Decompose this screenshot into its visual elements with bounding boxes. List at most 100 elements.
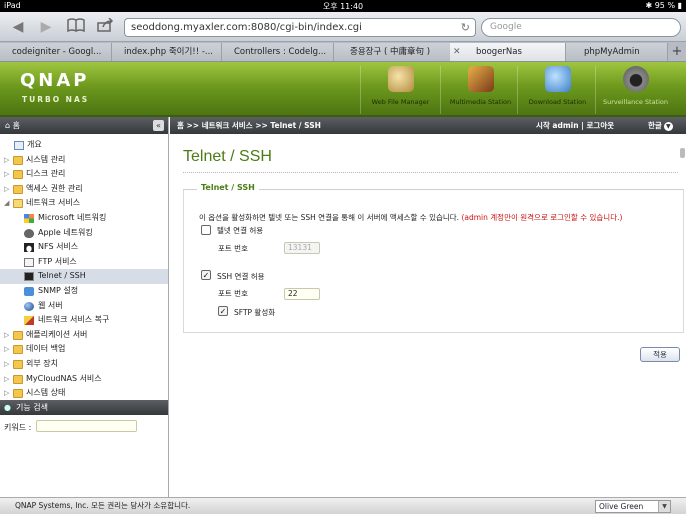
address-bar[interactable]: seoddong.myaxler.com:8080/cgi-bin/index.… [124,18,476,37]
ssh-port-input[interactable]: 22 [284,288,320,300]
tab-label: boogerNas [476,47,522,57]
expand-arrow-icon[interactable]: ▷ [4,328,12,343]
tree-item-network-recovery[interactable]: 네트워크 서비스 복구 [0,313,168,328]
tree-item-web-server[interactable]: 웹 서버 [0,299,168,314]
tree-item-access-rights[interactable]: ▷ 액세스 권한 관리 [0,182,168,197]
telnet-checkbox[interactable] [201,225,211,235]
tab-label: phpMyAdmin [584,47,640,57]
tree-item-label: 웹 서버 [38,300,63,310]
tab-label: index.php 죽이기!! -... [124,47,213,57]
browser-tab[interactable]: phpMyAdmin [566,43,668,61]
expand-arrow-icon[interactable]: ▷ [4,372,12,387]
surveillance-station-button[interactable]: Surveillance Station [595,66,675,114]
tree-item-network-services[interactable]: ◢ 네트워크 서비스 [0,196,168,211]
tree-item-label: SNMP 설정 [38,286,79,295]
url-text: seoddong.myaxler.com:8080/cgi-bin/index.… [131,22,362,33]
ssh-label: SSH 연결 허용 [217,272,265,281]
tree-item-label: 개요 [27,140,42,149]
back-icon[interactable]: ◀ [8,18,28,36]
function-search-header: ● 기능 검색 [0,400,168,415]
download-station-button[interactable]: Download Station [517,66,597,114]
multimedia-station-button[interactable]: Multimedia Station [440,66,520,114]
tree-item-label: Microsoft 네트워킹 [38,213,107,222]
web-file-manager-button[interactable]: Web File Manager [360,66,440,114]
expand-arrow-icon[interactable]: ▷ [4,357,12,372]
tree-item-nfs-service[interactable]: NFS 서비스 [0,240,168,255]
qnap-header: QNAP TURBO NAS Web File Manager Multimed… [0,62,686,117]
overview-icon [14,141,24,150]
folder-icon [13,360,23,369]
telnet-port-input[interactable]: 13131 [284,242,320,254]
browser-tab[interactable]: index.php 죽이기!! -... [112,43,222,61]
ssh-checkbox[interactable]: ✓ [201,270,211,280]
chevron-down-icon: ▼ [658,501,670,512]
tree-item-system-status[interactable]: ▷ 시스템 상태 [0,386,168,398]
globe-icon [24,301,34,311]
share-icon[interactable] [96,17,116,36]
tree-item-ftp-service[interactable]: FTP 서비스 [0,255,168,270]
collapse-panel-button[interactable]: « [153,120,164,131]
terminal-icon [24,272,34,282]
ftp-icon [24,257,34,267]
tree-item-label: 데이터 백업 [26,344,66,354]
tree-item-application-server[interactable]: ▷ 애플리케이션 서버 [0,328,168,343]
theme-select[interactable]: Olive Green ▼ [595,500,671,513]
browser-tab[interactable]: Controllers : Codelg... [222,43,334,61]
expand-arrow-icon[interactable]: ▷ [4,342,12,357]
tree-item-external-device[interactable]: ▷ 외부 장치 [0,357,168,372]
nav-header: ⌂ 홈 « [0,117,168,134]
expand-arrow-icon[interactable]: ▷ [4,386,12,398]
folder-icon [13,184,23,194]
reload-icon[interactable]: ↻ [461,19,470,36]
theme-value: Olive Green [599,502,644,511]
telnet-label: 텔넷 연결 허용 [217,226,264,235]
surveillance-station-icon [622,66,649,92]
new-tab-button[interactable]: + [668,43,686,61]
tree-item-telnet-ssh[interactable]: Telnet / SSH [0,269,168,284]
browser-tab[interactable]: codeigniter - Googl... [0,43,112,61]
windows-icon [24,214,34,223]
tree-item-label: 시스템 상태 [26,388,66,398]
left-nav-panel: ⌂ 홈 « 개요 ▷ 시스템 관리 ▷ 디스크 관리 ▷ 액세스 권한 관리 ◢… [0,117,169,497]
page-title: Telnet / SSH [183,148,272,165]
tree-item-disk-management[interactable]: ▷ 디스크 관리 [0,167,168,182]
forward-icon[interactable]: ▶ [36,18,56,36]
apply-button[interactable]: 적용 [640,347,680,362]
function-search-title: 기능 검색 [16,403,48,412]
browser-tab-active[interactable]: ✕ boogerNas [450,43,566,61]
tree-item-microsoft-networking[interactable]: Microsoft 네트워킹 [0,211,168,226]
nav-home-label[interactable]: 홈 [13,121,20,130]
collapse-arrow-icon[interactable]: ◢ [4,196,12,211]
close-tab-icon[interactable]: ✕ [453,43,461,61]
admin-only-warning: (admin 계정만이 원격으로 로그인할 수 있습니다.) [461,213,623,222]
user-logout-link[interactable]: 시작 admin | 로그아웃 [536,117,614,134]
bookmarks-icon[interactable] [66,18,86,36]
tree-item-label: Apple 네트워킹 [38,227,93,237]
sftp-checkbox[interactable]: ✓ [218,306,228,316]
expand-arrow-icon[interactable]: ▷ [4,182,12,197]
language-select[interactable]: 한글 ▼ [648,117,673,134]
tree-item-overview[interactable]: 개요 [0,138,168,153]
tree-item-apple-networking[interactable]: Apple 네트워킹 [0,226,168,241]
search-input[interactable]: Google [481,18,681,37]
tree-item-mycloudnas[interactable]: ▷ MyCloudNAS 서비스 [0,372,168,387]
description: 이 옵션을 활성화하면 텔넷 또는 SSH 연결을 통해 이 서버에 액세스할 … [199,213,460,222]
browser-tab[interactable]: 중용장구 ( 中庸章句 ) [334,43,466,61]
qnap-logo: QNAP [20,70,90,91]
web-file-manager-icon [387,66,414,92]
tree-item-label: 네트워크 서비스 복구 [38,315,110,325]
tree-item-snmp[interactable]: SNMP 설정 [0,284,168,299]
expand-arrow-icon[interactable]: ▷ [4,167,12,182]
breadcrumb-path: 홈 >> 네트워크 서비스 >> Telnet / SSH [177,121,321,130]
download-station-icon [544,66,571,92]
expand-arrow-icon[interactable]: ▷ [4,153,12,168]
tree-item-system-admin[interactable]: ▷ 시스템 관리 [0,153,168,168]
tab-label: 중용장구 ( 中庸章句 ) [350,47,431,57]
keyword-input[interactable] [36,420,137,432]
scrollbar[interactable] [680,148,685,158]
folder-icon [13,345,23,355]
chevron-down-icon: ▼ [663,122,673,131]
sftp-label: SFTP 활성화 [234,308,276,317]
tree-item-data-backup[interactable]: ▷ 데이터 백업 [0,342,168,357]
description-text: 이 옵션을 활성화하면 텔넷 또는 SSH 연결을 통해 이 서버에 액세스할 … [199,212,622,223]
